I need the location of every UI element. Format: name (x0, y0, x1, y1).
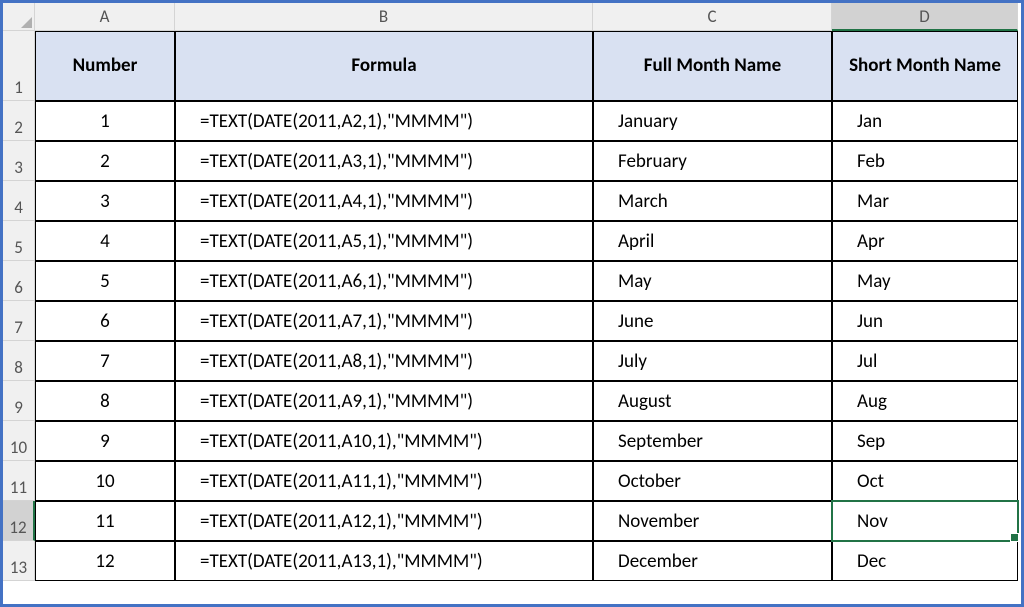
cell-C9[interactable]: August (593, 381, 832, 421)
cell-A4[interactable]: 3 (35, 181, 175, 221)
row-header-6[interactable]: 6 (3, 261, 35, 301)
cell-A5[interactable]: 4 (35, 221, 175, 261)
cell-D11[interactable]: Oct (832, 461, 1018, 501)
cell-C11[interactable]: October (593, 461, 832, 501)
cell-B4[interactable]: =TEXT(DATE(2011,A4,1),"MMMM") (175, 181, 593, 221)
cell-B9[interactable]: =TEXT(DATE(2011,A9,1),"MMMM") (175, 381, 593, 421)
row-header-1[interactable]: 1 (3, 31, 35, 101)
cell-D9[interactable]: Aug (832, 381, 1018, 421)
cell-B3[interactable]: =TEXT(DATE(2011,A3,1),"MMMM") (175, 141, 593, 181)
cell-B6[interactable]: =TEXT(DATE(2011,A6,1),"MMMM") (175, 261, 593, 301)
row-header-9[interactable]: 9 (3, 381, 35, 421)
cell-B7[interactable]: =TEXT(DATE(2011,A7,1),"MMMM") (175, 301, 593, 341)
cell-A11[interactable]: 10 (35, 461, 175, 501)
cell-C3[interactable]: February (593, 141, 832, 181)
cell-D5[interactable]: Apr (832, 221, 1018, 261)
cell-A8[interactable]: 7 (35, 341, 175, 381)
row-header-2[interactable]: 2 (3, 101, 35, 141)
cell-B2[interactable]: =TEXT(DATE(2011,A2,1),"MMMM") (175, 101, 593, 141)
row-header-8[interactable]: 8 (3, 341, 35, 381)
spreadsheet-grid: A B C D 1 Number Formula Full Month Name… (3, 3, 1021, 581)
row-header-3[interactable]: 3 (3, 141, 35, 181)
cell-C7[interactable]: June (593, 301, 832, 341)
cell-C10[interactable]: September (593, 421, 832, 461)
cell-C6[interactable]: May (593, 261, 832, 301)
cell-D10[interactable]: Sep (832, 421, 1018, 461)
cell-B13[interactable]: =TEXT(DATE(2011,A13,1),"MMMM") (175, 541, 593, 581)
cell-B10[interactable]: =TEXT(DATE(2011,A10,1),"MMMM") (175, 421, 593, 461)
cell-A7[interactable]: 6 (35, 301, 175, 341)
row-header-10[interactable]: 10 (3, 421, 35, 461)
row-header-4[interactable]: 4 (3, 181, 35, 221)
cell-A2[interactable]: 1 (35, 101, 175, 141)
col-header-C[interactable]: C (593, 3, 832, 31)
header-full-month[interactable]: Full Month Name (593, 31, 832, 101)
cell-B8[interactable]: =TEXT(DATE(2011,A8,1),"MMMM") (175, 341, 593, 381)
cell-D13[interactable]: Dec (832, 541, 1018, 581)
header-short-month[interactable]: Short Month Name (832, 31, 1018, 101)
row-header-12[interactable]: 12 (3, 501, 35, 541)
cell-C8[interactable]: July (593, 341, 832, 381)
cell-A6[interactable]: 5 (35, 261, 175, 301)
header-number[interactable]: Number (35, 31, 175, 101)
cell-B11[interactable]: =TEXT(DATE(2011,A11,1),"MMMM") (175, 461, 593, 501)
cell-A10[interactable]: 9 (35, 421, 175, 461)
cell-D2[interactable]: Jan (832, 101, 1018, 141)
cell-C2[interactable]: January (593, 101, 832, 141)
row-header-11[interactable]: 11 (3, 461, 35, 501)
cell-A12[interactable]: 11 (35, 501, 175, 541)
row-header-7[interactable]: 7 (3, 301, 35, 341)
cell-A3[interactable]: 2 (35, 141, 175, 181)
cell-B12[interactable]: =TEXT(DATE(2011,A12,1),"MMMM") (175, 501, 593, 541)
cell-C13[interactable]: December (593, 541, 832, 581)
cell-D3[interactable]: Feb (832, 141, 1018, 181)
cell-B5[interactable]: =TEXT(DATE(2011,A5,1),"MMMM") (175, 221, 593, 261)
cell-C12[interactable]: November (593, 501, 832, 541)
row-header-13[interactable]: 13 (3, 541, 35, 581)
header-formula[interactable]: Formula (175, 31, 593, 101)
cell-A9[interactable]: 8 (35, 381, 175, 421)
cell-D7[interactable]: Jun (832, 301, 1018, 341)
col-header-D[interactable]: D (832, 3, 1018, 31)
col-header-B[interactable]: B (175, 3, 593, 31)
col-header-A[interactable]: A (35, 3, 175, 31)
row-header-5[interactable]: 5 (3, 221, 35, 261)
cell-C5[interactable]: April (593, 221, 832, 261)
cell-D4[interactable]: Mar (832, 181, 1018, 221)
cell-D6[interactable]: May (832, 261, 1018, 301)
cell-D8[interactable]: Jul (832, 341, 1018, 381)
cell-A13[interactable]: 12 (35, 541, 175, 581)
select-all-corner[interactable] (3, 3, 35, 31)
cell-C4[interactable]: March (593, 181, 832, 221)
cell-D12[interactable]: Nov (832, 501, 1018, 541)
